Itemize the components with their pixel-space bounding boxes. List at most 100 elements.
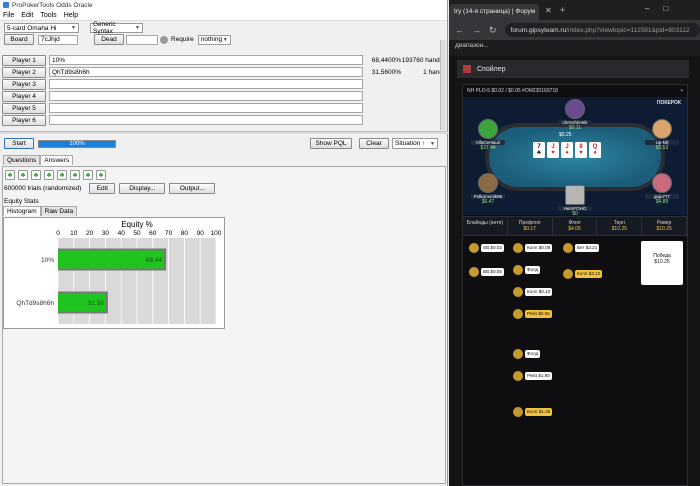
start-button[interactable]: Start [4,138,34,149]
avatar [513,287,523,297]
player-2-hand-input[interactable]: QhTd9s8h6h [49,67,363,77]
menu-tools[interactable]: Tools [40,12,56,19]
tick-label: 10 [70,230,78,237]
output-button[interactable]: Output... [169,183,216,194]
new-tab-icon[interactable]: + [560,5,565,15]
browser-tab[interactable]: try (14-я страница) | Форум [449,3,539,20]
category-label: 10% [41,257,54,264]
minimize-icon[interactable]: – [645,4,649,13]
tab-answers[interactable]: Answers [40,155,74,165]
equity-stats-label: Equity Stats [4,198,39,205]
hand-history-widget: NH PLO-5 $0.02 / $0.05 #OM230160718 ▾ ПО… [462,84,688,486]
back-icon[interactable]: ← [455,25,464,35]
action-item: Колл $0.08 [513,243,553,253]
player-1-equity: 68,4400% [371,56,401,64]
board-card: 8 ♥ [575,142,587,158]
club-icon[interactable]: ♣ [5,170,15,180]
tab-questions[interactable]: Questions [3,155,41,165]
tick-label: 50 [133,230,141,237]
dead-input[interactable] [126,34,158,45]
maximize-icon[interactable]: □ [663,4,668,13]
player-2-button[interactable]: Player 2 [2,66,46,78]
action-item: Фолд [513,265,541,275]
syntax-select[interactable]: Generic Syntax ▼ [90,21,143,35]
player-5-button[interactable]: Player 5 [2,102,46,114]
action-item: Колл $0.10 [513,287,553,297]
action-item: Бет $3.21 [563,243,600,253]
display-button[interactable]: Display... [119,183,166,194]
street-blinds: Блайнды (анте) [463,217,508,235]
player-6-hand-input[interactable] [49,115,363,125]
spoiler-toggle[interactable]: Спойлер [457,60,689,78]
chevron-down-icon: ▼ [135,25,140,31]
title-bar: ProPokerTools Odds Oracle [0,0,447,10]
close-icon[interactable]: ✕ [545,6,552,15]
splitter[interactable] [0,131,448,134]
reload-icon[interactable]: ↻ [489,25,497,36]
players-scrollbar[interactable] [440,40,446,130]
street-flop: Флоп $4.05 [553,217,598,235]
club-icon[interactable]: ♣ [31,170,41,180]
collapse-icon[interactable]: ▾ [680,88,683,94]
player-5-hand-input[interactable] [49,103,363,113]
action-item: Фолд [513,349,541,359]
player-row: Player 2 QhTd9s8h6h 31,5600% 1 hand [2,66,443,78]
avatar [565,185,585,205]
chevron-down-icon: ▼ [430,140,435,147]
hand-header: NH PLO-5 $0.02 / $0.05 #OM230160718 ▾ [463,85,687,97]
player-3-button[interactable]: Player 3 [2,78,46,90]
club-icon[interactable]: ♣ [18,170,28,180]
club-toolbar: ♣ ♣ ♣ ♣ ♣ ♣ ♣ ♣ [5,170,106,180]
situation-select-value: Situation ↑ [395,140,426,147]
url-field[interactable]: forum.gipsyteam.ru /index.php?viewtopic=… [504,23,700,37]
avatar [652,119,672,139]
app-icon [3,2,9,8]
player-1-hand-input[interactable]: 10% [49,55,363,65]
forward-icon[interactable]: → [472,25,481,35]
spoiler-icon [463,65,471,73]
board-card: 7 ♣ [533,142,545,158]
situation-select[interactable]: Situation ↑ ▼ [392,138,438,149]
game-select[interactable]: 5-card Omaha Hi ▼ [4,23,79,33]
board-input[interactable]: 7cJhjd [38,34,78,45]
tick-label: 70 [165,230,173,237]
menu-edit[interactable]: Edit [21,12,33,19]
player-6-button[interactable]: Player 6 [2,114,46,126]
tab-histogram[interactable]: Histogram [3,206,41,216]
dead-button[interactable]: Dead [94,34,124,45]
club-icon[interactable]: ♣ [57,170,67,180]
club-icon[interactable]: ♣ [44,170,54,180]
tick-label: 40 [118,230,126,237]
chart-title: Equity % [121,220,153,229]
board-card: J ♥ [547,142,559,158]
seat: chenshimeik $0.11 [558,99,592,131]
action-item: Рейз $0.55 [513,309,552,319]
menu-file[interactable]: File [3,12,14,19]
category-label: QhTd9s8h6h [16,300,54,307]
club-icon[interactable]: ♣ [83,170,93,180]
player-1-hands: 193760 hands [401,56,443,64]
equity-chart: Equity % 0 10 20 30 40 50 60 70 80 90 100 68,44 10% 31… [3,217,225,329]
edit-button[interactable]: Edit [89,183,116,194]
show-pql-button[interactable]: Show PQL [310,138,352,149]
tick-label: 90 [197,230,205,237]
menu-help[interactable]: Help [64,12,78,19]
player-3-hand-input[interactable] [49,79,363,89]
require-select[interactable]: nothing ▼ [197,34,231,45]
progress-label: 100% [69,140,85,147]
odds-oracle-window: ProPokerTools Odds Oracle File Edit Tool… [0,0,448,486]
seat: Polkorovnik96 $6.47 [471,173,505,205]
club-icon[interactable]: ♣ [70,170,80,180]
player-4-button[interactable]: Player 4 [2,90,46,102]
window-title: ProPokerTools Odds Oracle [12,1,93,9]
seat-stack: $5.53 [655,145,669,151]
board-button[interactable]: Board [4,34,34,45]
player-1-button[interactable]: Player 1 [2,54,46,66]
avatar [513,265,523,275]
tab-raw-data[interactable]: Raw Data [40,206,78,216]
avatar [513,371,523,381]
player-4-hand-input[interactable] [49,91,363,101]
club-icon[interactable]: ♣ [96,170,106,180]
poker-table: ПОКЕРОК $0.25 7 ♣ J ♥ J ♦ 8 ♥ Q ♦ chenshimeik… [463,97,687,215]
clear-button[interactable]: Clear [359,138,389,149]
